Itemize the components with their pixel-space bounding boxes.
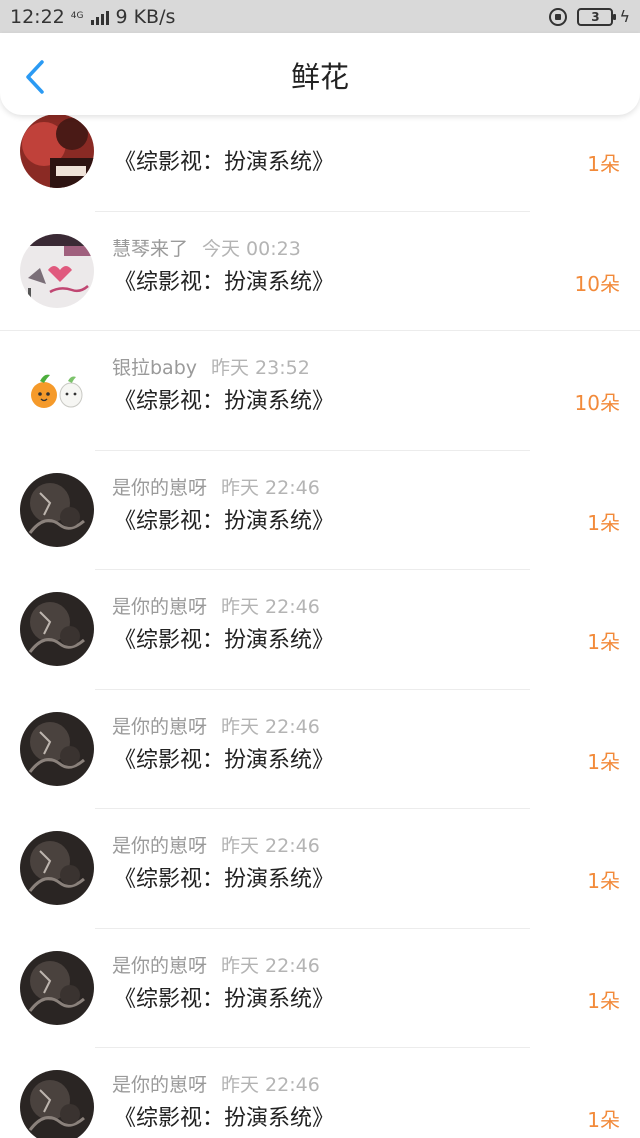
flower-count: 1朵 <box>587 869 620 893</box>
send-time: 昨天 22:46 <box>221 476 320 499</box>
flower-count: 1朵 <box>587 152 620 176</box>
avatar[interactable] <box>20 233 94 308</box>
flower-count: 1朵 <box>587 749 620 774</box>
sender-line: 银拉baby 昨天 23:52 <box>112 353 310 380</box>
sender-name[interactable]: 银拉baby <box>112 357 197 379</box>
list-item[interactable]: 是你的崽呀 昨天 22:46 《综影视：扮演系统》 1朵 <box>0 809 640 929</box>
avatar[interactable] <box>20 114 94 188</box>
list-item[interactable]: 银拉baby 昨天 23:52 《综影视：扮演系统》 10朵 <box>0 331 640 451</box>
book-title: 《综影视：扮演系统》 <box>114 269 335 295</box>
status-bar: 12:22 4G 9 KB/s 3 ϟ <box>0 0 640 33</box>
sender-line <box>112 114 126 136</box>
list-item[interactable]: 是你的崽呀 昨天 22:46 《综影视：扮演系统》 1朵 <box>0 570 640 690</box>
rotation-lock-icon <box>549 7 568 26</box>
status-right: 3 ϟ <box>549 7 630 26</box>
book-title: 《综影视：扮演系统》 <box>114 628 335 653</box>
avatar[interactable] <box>20 950 94 1025</box>
send-time: 昨天 22:46 <box>221 1074 320 1096</box>
sender-line: 是你的崽呀 昨天 22:46 <box>112 473 320 500</box>
book-title: 《综影视：扮演系统》 <box>114 389 335 414</box>
send-time: 昨天 22:46 <box>221 715 320 738</box>
sender-line: 是你的崽呀 昨天 22:46 <box>112 592 320 619</box>
send-time: 今天 00:23 <box>202 237 301 260</box>
sender-name[interactable]: 是你的崽呀 <box>112 596 207 618</box>
signal-icon <box>91 9 110 25</box>
sender-name[interactable]: 是你的崽呀 <box>112 716 207 738</box>
sender-name[interactable]: 慧琴来了 <box>112 238 188 260</box>
sender-name[interactable]: 是你的崽呀 <box>112 835 207 857</box>
book-title: 《综影视：扮演系统》 <box>114 508 335 534</box>
avatar[interactable] <box>20 1070 94 1138</box>
app-screen: 12:22 4G 9 KB/s 3 ϟ 鲜花 《综影视：扮演系统》 1朵 慧琴来… <box>0 0 640 1138</box>
book-title: 《综影视：扮演系统》 <box>114 986 335 1012</box>
flower-count: 10朵 <box>574 271 620 296</box>
battery-icon: 3 <box>577 7 617 26</box>
book-title: 《综影视：扮演系统》 <box>114 747 335 773</box>
sender-name[interactable]: 是你的崽呀 <box>112 1074 207 1096</box>
avatar[interactable] <box>20 711 94 786</box>
network-type: 4G <box>70 10 84 21</box>
flower-count: 1朵 <box>587 510 620 535</box>
sender-line: 慧琴来了 今天 00:23 <box>112 234 301 261</box>
send-time: 昨天 22:46 <box>221 596 320 618</box>
status-time: 12:22 <box>10 5 65 28</box>
flower-count: 1朵 <box>587 630 620 654</box>
sender-name[interactable]: 是你的崽呀 <box>112 477 207 499</box>
avatar[interactable] <box>20 831 94 905</box>
flower-list: 《综影视：扮演系统》 1朵 慧琴来了 今天 00:23 《综影视：扮演系统》 1… <box>0 92 640 1138</box>
book-title: 《综影视：扮演系统》 <box>114 1106 335 1131</box>
list-item[interactable]: 是你的崽呀 昨天 22:46 《综影视：扮演系统》 1朵 <box>0 929 640 1049</box>
sender-line: 是你的崽呀 昨天 22:46 <box>112 712 320 739</box>
flower-count: 10朵 <box>574 391 620 415</box>
status-left: 12:22 4G 9 KB/s <box>10 6 175 28</box>
flower-count: 1朵 <box>587 988 620 1013</box>
sender-line: 是你的崽呀 昨天 22:46 <box>112 831 320 858</box>
list-item[interactable]: 是你的崽呀 昨天 22:46 《综影视：扮演系统》 1朵 <box>0 690 640 810</box>
book-title: 《综影视：扮演系统》 <box>114 867 335 892</box>
send-time: 昨天 22:46 <box>221 954 320 977</box>
book-title: 《综影视：扮演系统》 <box>114 150 335 175</box>
sender-line: 是你的崽呀 昨天 22:46 <box>112 1070 320 1097</box>
avatar[interactable] <box>20 353 94 427</box>
sender-line: 是你的崽呀 昨天 22:46 <box>112 951 320 978</box>
flower-count: 1朵 <box>587 1108 620 1132</box>
avatar[interactable] <box>20 472 94 547</box>
list-item[interactable]: 是你的崽呀 昨天 22:46 《综影视：扮演系统》 1朵 <box>0 1048 640 1138</box>
avatar[interactable] <box>20 592 94 666</box>
header: 鲜花 <box>0 33 640 115</box>
sender-name[interactable]: 是你的崽呀 <box>112 955 207 977</box>
send-time: 昨天 23:52 <box>211 357 310 379</box>
send-time: 昨天 22:46 <box>221 835 320 857</box>
list-item[interactable]: 慧琴来了 今天 00:23 《综影视：扮演系统》 10朵 <box>0 212 640 332</box>
network-speed: 9 KB/s <box>115 5 176 28</box>
list-item[interactable]: 是你的崽呀 昨天 22:46 《综影视：扮演系统》 1朵 <box>0 451 640 571</box>
page-title: 鲜花 <box>290 60 349 94</box>
charging-icon: ϟ <box>619 7 630 26</box>
battery-level: 3 <box>591 9 600 24</box>
